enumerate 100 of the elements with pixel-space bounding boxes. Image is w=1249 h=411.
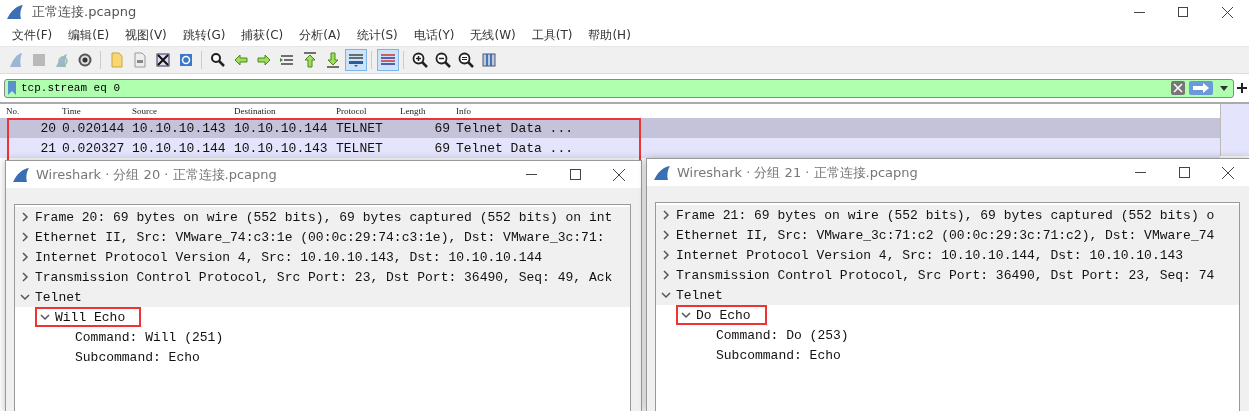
tree-label: Command: Do (253) (716, 327, 849, 343)
menu-item[interactable]: 分析(A) (291, 25, 349, 45)
table-cell-text: Telnet Data ... (456, 120, 575, 136)
menu-item[interactable]: 帮助(H) (580, 25, 639, 45)
column-header[interactable]: Protocol (336, 106, 400, 116)
tree-label: Command: Will (251) (75, 329, 224, 345)
tree-row[interactable]: Internet Protocol Version 4, Src: 10.10.10.144, Dst: 10.10.10.143 (656, 245, 1239, 265)
display-filter-input[interactable]: tcp.stream eq 0 (21, 82, 1167, 94)
window-title: 正常连接.pcapng (32, 3, 138, 21)
chevron-down-icon[interactable] (680, 309, 692, 321)
tree-label: Do Echo (696, 307, 751, 323)
zoom-in-icon (411, 52, 428, 68)
tree-row[interactable]: Telnet (656, 285, 1239, 305)
clear-icon[interactable] (1171, 81, 1185, 95)
column-header[interactable]: No. (6, 106, 62, 116)
tree-row[interactable]: Telnet (15, 287, 630, 307)
menu-item[interactable]: 统计(S) (348, 25, 406, 45)
left-arrow-icon (232, 52, 249, 68)
zoom-reset-icon (457, 52, 474, 68)
chevron-right-icon[interactable] (660, 269, 672, 281)
minimize-icon (1134, 172, 1146, 173)
tree-row[interactable]: Transmission Control Protocol, Src Port: 23, Dst Port: 36490, Seq: 49, Ack (15, 267, 630, 287)
chevron-right-icon[interactable] (19, 251, 31, 263)
tree-label: Telnet (35, 289, 82, 305)
column-header[interactable]: Destination (234, 106, 336, 116)
restart-icon (53, 52, 70, 68)
table-cell-text: TELNET (336, 120, 384, 136)
chevron-down-icon[interactable] (39, 311, 51, 323)
table-cell-text: 0.020144 (62, 120, 126, 136)
menu-item[interactable]: 跳转(G) (174, 25, 234, 45)
tree-label: Subcommand: Echo (716, 347, 841, 363)
reload-icon (177, 52, 194, 68)
zoom-out-icon (434, 52, 451, 68)
tree-label: Internet Protocol Version 4, Src: 10.10.10.143, Dst: 10.10.10.144 (35, 249, 543, 265)
menu-item[interactable]: 视图(V) (117, 25, 175, 45)
menu-item[interactable]: 电话(Y) (405, 25, 463, 45)
chevron-right-icon[interactable] (19, 271, 31, 283)
tree-label: Frame 21: 69 bytes on wire (552 bits), 69 bytes captured (552 bits) o (676, 207, 1215, 223)
maximize-icon (569, 169, 581, 180)
packet-row[interactable]: 20 0.020144 10.10.10.143 10.10.10.144 TELNET 69 Telnet Data ... (0, 118, 1220, 138)
goto-icon (278, 52, 295, 68)
tree-row[interactable]: Transmission Control Protocol, Src Port: 36490, Dst Port: 23, Seq: 74 (656, 265, 1239, 285)
down-arrow-icon (324, 52, 341, 68)
menu-item[interactable]: 工具(T) (523, 25, 581, 45)
table-cell-text: 10.10.10.144 (132, 140, 227, 156)
tree-row[interactable]: Ethernet II, Src: VMware_3c:71:c2 (00:0c:29:3c:71:c2), Dst: VMware_74 (656, 225, 1239, 245)
close-icon (1222, 166, 1234, 179)
column-header[interactable]: Source (132, 106, 234, 116)
shark-fin-icon (653, 164, 671, 181)
menu-item[interactable]: 编辑(E) (60, 25, 118, 45)
table-cell-text: 69 (433, 140, 451, 156)
packet-row[interactable]: 21 0.020327 10.10.10.144 10.10.10.143 TELNET 69 Telnet Data ... (0, 138, 1220, 158)
chevron-right-icon[interactable] (19, 211, 31, 223)
search-icon (209, 52, 226, 68)
menu-item[interactable]: 无线(W) (462, 25, 524, 45)
table-cell-text: 10.10.10.143 (132, 120, 227, 136)
table-cell-text: 21 (39, 140, 57, 156)
tree-label: Ethernet II, Src: VMware_74:c3:1e (00:0c:29:74:c3:1e), Dst: VMware_3c:71: (35, 229, 605, 245)
table-cell-text: TELNET (336, 140, 384, 156)
resize-columns-icon (480, 52, 497, 68)
window-title: Wireshark · 分组 21 · 正常连接.pcapng (677, 163, 919, 182)
gear-icon (76, 52, 93, 68)
menu-item[interactable]: 捕获(C) (233, 25, 292, 45)
chevron-right-icon[interactable] (660, 249, 672, 261)
minimize-icon (525, 174, 537, 175)
table-cell-text: 10.10.10.143 (234, 140, 329, 156)
shark-fin-icon (7, 52, 24, 68)
column-header[interactable]: Info (456, 106, 656, 116)
chevron-right-icon[interactable] (660, 229, 672, 241)
chevron-right-icon[interactable] (660, 209, 672, 221)
tree-row[interactable]: Frame 21: 69 bytes on wire (552 bits), 69 bytes captured (552 bits) o (656, 205, 1239, 225)
bookmark-icon[interactable] (7, 81, 17, 95)
tree-row[interactable]: Internet Protocol Version 4, Src: 10.10.10.143, Dst: 10.10.10.144 (15, 247, 630, 267)
scrollbar[interactable] (1220, 104, 1249, 156)
tree-label: Transmission Control Protocol, Src Port: 36490, Dst Port: 23, Seq: 74 (676, 267, 1215, 283)
tree-label: Transmission Control Protocol, Src Port: 23, Dst Port: 36490, Seq: 49, Ack (35, 269, 613, 285)
column-header[interactable]: Time (62, 106, 132, 116)
plus-icon[interactable] (1237, 83, 1247, 93)
tree-label: Will Echo (55, 309, 126, 325)
stop-icon (30, 52, 47, 68)
shark-fin-icon (12, 166, 30, 183)
maximize-icon (1178, 7, 1188, 17)
chevron-down-icon[interactable] (19, 291, 31, 303)
autoscroll-icon (347, 52, 364, 68)
maximize-icon (1178, 167, 1190, 178)
column-header[interactable]: Length (400, 106, 456, 116)
folder-icon (108, 52, 125, 68)
tree-row[interactable]: Frame 20: 69 bytes on wire (552 bits), 69 bytes captured (552 bits) on int (15, 207, 630, 227)
table-cell-text: 69 (433, 120, 451, 136)
chevron-right-icon[interactable] (19, 231, 31, 243)
table-cell-text: 10.10.10.144 (234, 120, 329, 136)
tree-row[interactable]: Ethernet II, Src: VMware_74:c3:1e (00:0c:29:74:c3:1e), Dst: VMware_3c:71: (15, 227, 630, 247)
minimize-icon (1133, 11, 1145, 13)
tree-label: Ethernet II, Src: VMware_3c:71:c2 (00:0c:29:3c:71:c2), Dst: VMware_74 (676, 227, 1215, 243)
table-cell-text: 0.020327 (62, 140, 126, 156)
display-filter-field[interactable]: tcp.stream eq 0 (4, 78, 1234, 98)
chevron-down-icon[interactable] (660, 289, 672, 301)
colorize-icon (379, 52, 396, 68)
close-icon (1221, 6, 1233, 18)
menu-item[interactable]: 文件(F) (4, 25, 61, 45)
